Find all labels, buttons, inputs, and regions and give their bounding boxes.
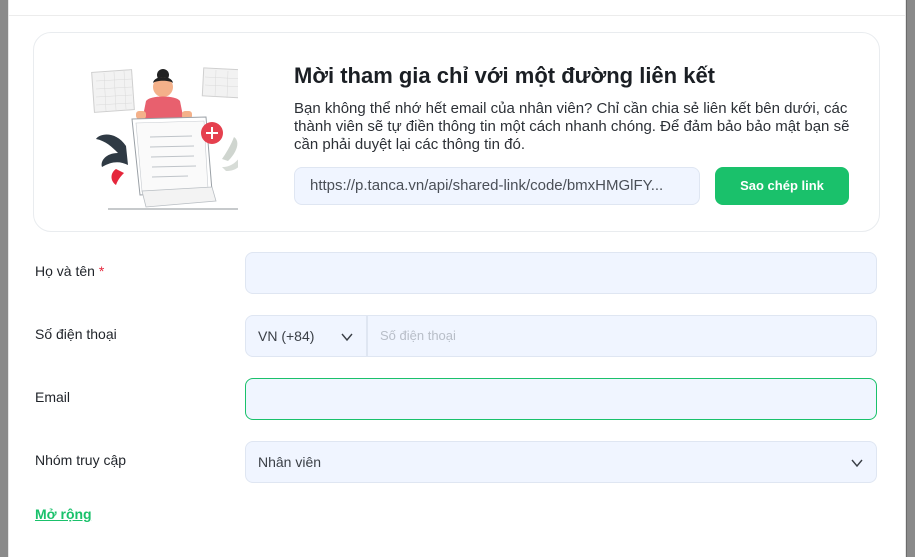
full-name-label-text: Họ và tên <box>35 263 95 279</box>
access-group-select[interactable]: Nhân viên <box>245 441 877 483</box>
full-name-input[interactable] <box>245 252 877 294</box>
invite-link-card: Mời tham gia chỉ với một đường liên kết … <box>33 32 880 232</box>
email-label: Email <box>35 389 71 405</box>
chevron-down-icon <box>851 459 863 468</box>
modal-header-divider <box>9 15 905 16</box>
invite-description: Bạn không thể nhớ hết email của nhân viê… <box>294 100 850 153</box>
phone-label: Số điện thoại <box>35 326 117 342</box>
required-marker: * <box>98 263 105 279</box>
invite-title: Mời tham gia chỉ với một đường liên kết <box>294 63 716 88</box>
phone-input[interactable]: Số điện thoại <box>367 315 877 357</box>
country-code-value: VN (+84) <box>258 328 315 344</box>
access-group-label: Nhóm truy cập <box>35 452 127 468</box>
modal-backdrop-right[interactable] <box>907 0 915 557</box>
email-input[interactable] <box>245 378 877 420</box>
modal-backdrop-left[interactable] <box>0 0 8 557</box>
phone-placeholder: Số điện thoại <box>380 328 456 343</box>
invite-illustration <box>91 67 238 210</box>
expand-link[interactable]: Mở rộng <box>35 506 92 522</box>
add-employee-modal: Mời tham gia chỉ với một đường liên kết … <box>8 0 906 557</box>
chevron-down-icon <box>341 333 353 342</box>
share-link-field[interactable]: https://p.tanca.vn/api/shared-link/code/… <box>294 167 700 205</box>
copy-link-button[interactable]: Sao chép link <box>715 167 849 205</box>
access-group-value: Nhân viên <box>258 454 322 470</box>
full-name-label: Họ và tên * <box>35 263 104 279</box>
country-code-select[interactable]: VN (+84) <box>245 315 367 357</box>
